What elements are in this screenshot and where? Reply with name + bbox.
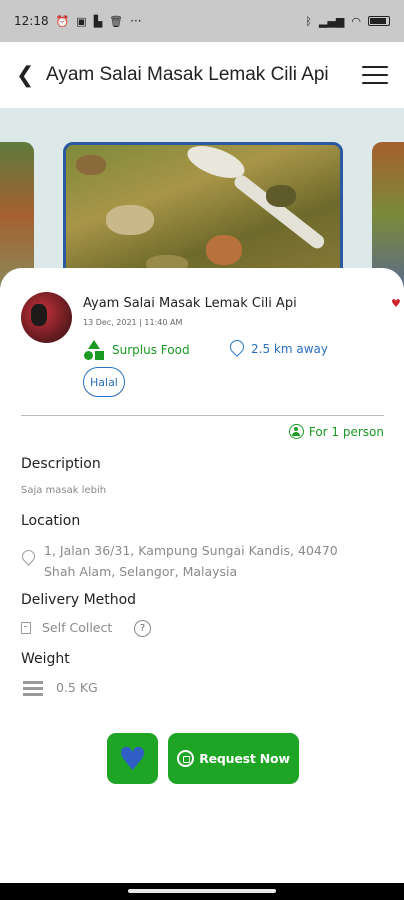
location-address[interactable]: 1, Jalan 36/31, Kampung Sungai Kandis, 4… xyxy=(44,540,384,582)
signal-icon: ▂▄▆ xyxy=(319,14,345,28)
status-left: 12:18 ⏰ ▣ ▙ 🗑 ··· xyxy=(14,14,142,28)
serving-info: For 1 person xyxy=(288,424,384,439)
avatar[interactable] xyxy=(21,292,72,343)
app-bar: ❮ Ayam Salai Masak Lemak Cili Api xyxy=(0,42,404,108)
help-icon[interactable]: ? xyxy=(134,620,151,637)
weight-value: 0.5 KG xyxy=(56,680,98,695)
distance-label: 2.5 km away xyxy=(251,342,328,356)
whatsapp-icon xyxy=(177,750,195,767)
divider xyxy=(21,415,384,416)
previous-photo[interactable] xyxy=(0,142,34,288)
delivery-value: Self Collect xyxy=(42,620,113,635)
status-time: 12:18 xyxy=(14,14,49,28)
request-now-button[interactable]: Request Now xyxy=(168,733,299,784)
food-photo[interactable] xyxy=(63,142,343,288)
more-notifications: ··· xyxy=(130,14,142,28)
battery-icon xyxy=(368,16,390,26)
halal-badge: Halal xyxy=(83,367,125,397)
category-shapes-icon xyxy=(84,340,104,360)
serving-label: For 1 person xyxy=(308,424,384,439)
location-pin-icon xyxy=(21,550,35,568)
weight-stack-icon xyxy=(23,681,43,696)
bluetooth-icon: ᛒ xyxy=(305,14,312,28)
description-heading: Description xyxy=(21,456,101,472)
item-date: 13 Dec, 2021 | 11:40 AM xyxy=(83,318,183,327)
chicken-piece xyxy=(76,155,106,175)
category-label: Surplus Food xyxy=(112,343,190,357)
weight-heading: Weight xyxy=(21,651,70,667)
favorite-button[interactable]: ♥ xyxy=(107,733,158,784)
back-arrow-icon[interactable]: ❮ xyxy=(16,63,38,88)
sauce-patch xyxy=(266,185,296,207)
hamburger-menu-icon[interactable] xyxy=(362,66,388,84)
home-gesture-bar[interactable] xyxy=(128,889,276,893)
page-title: Ayam Salai Masak Lemak Cili Api xyxy=(46,64,329,85)
heart-icon: ♥ xyxy=(118,739,147,778)
next-photo[interactable] xyxy=(372,142,404,288)
trash-icon: 🗑 xyxy=(109,14,124,28)
distance-tag: 2.5 km away xyxy=(229,340,328,358)
wifi-icon: ◠ xyxy=(351,14,361,28)
status-right: ᛒ ▂▄▆ ◠ xyxy=(305,15,390,28)
alarm-icon: ⏰ xyxy=(55,14,70,28)
address-line-1: 1, Jalan 36/31, Kampung Sungai Kandis, 4… xyxy=(44,543,338,558)
delivery-heading: Delivery Method xyxy=(21,592,137,608)
location-heading: Location xyxy=(21,513,81,529)
address-line-2: Shah Alam, Selangor, Malaysia xyxy=(44,564,238,579)
person-icon xyxy=(288,424,304,439)
chicken-piece xyxy=(106,205,154,235)
notification-icon: ▣ xyxy=(76,14,87,28)
notification-icon-2: ▙ xyxy=(93,14,103,28)
chicken-piece xyxy=(206,235,242,265)
favorite-indicator-icon[interactable]: ♥ xyxy=(391,297,401,310)
self-collect-icon xyxy=(21,622,31,634)
map-pin-icon xyxy=(229,340,243,358)
description-text: Saja masak lebih xyxy=(21,485,107,496)
category-tag: Surplus Food xyxy=(84,340,190,360)
request-now-label: Request Now xyxy=(199,751,290,766)
item-name: Ayam Salai Masak Lemak Cili Api xyxy=(83,296,297,311)
status-bar: 12:18 ⏰ ▣ ▙ 🗑 ··· ᛒ ▂▄▆ ◠ xyxy=(0,0,404,42)
